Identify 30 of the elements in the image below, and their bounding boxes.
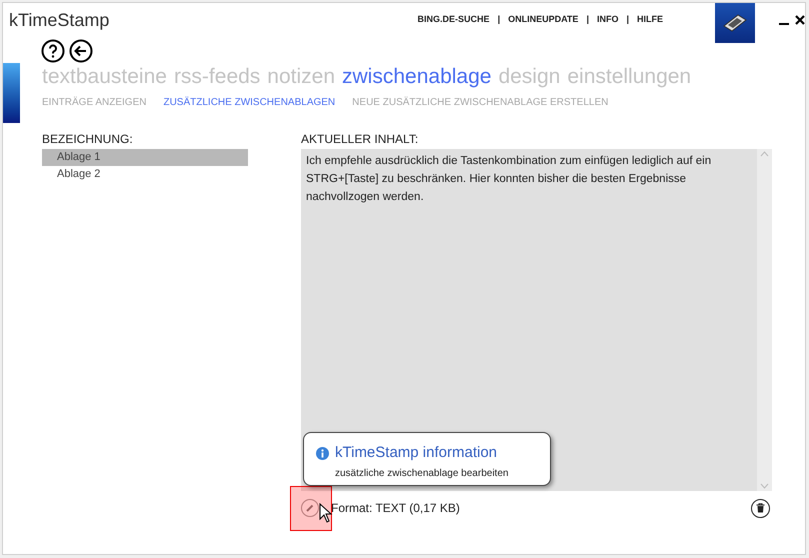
app-logo-icon bbox=[715, 3, 755, 43]
top-link[interactable]: ONLINEUPDATE bbox=[508, 13, 578, 26]
pencil-icon bbox=[305, 503, 315, 513]
top-link[interactable]: BING.DE-SUCHE bbox=[418, 13, 490, 26]
tooltip-title: kTimeStamp information bbox=[335, 443, 497, 463]
nav-tab[interactable]: zwischenablage bbox=[342, 65, 492, 89]
back-icon[interactable] bbox=[69, 39, 93, 63]
list-heading: BEZEICHNUNG: bbox=[42, 131, 134, 148]
link-separator: | bbox=[626, 13, 629, 26]
link-separator: | bbox=[498, 13, 500, 26]
top-link[interactable]: INFO bbox=[596, 13, 618, 26]
content-heading: AKTUELLER INHALT: bbox=[301, 131, 420, 148]
list-item[interactable]: Ablage 1 bbox=[42, 149, 248, 166]
sub-tab[interactable]: EINTRÄGE ANZEIGEN bbox=[42, 95, 146, 110]
close-icon[interactable] bbox=[795, 15, 805, 25]
info-icon bbox=[316, 446, 329, 460]
help-icon[interactable] bbox=[41, 39, 65, 63]
sub-tab[interactable]: NEUE ZUSÄTZLICHE ZWISCHENABLAGE ERSTELLEN bbox=[352, 95, 608, 110]
top-link[interactable]: HILFE bbox=[637, 13, 663, 26]
highlight-box bbox=[290, 486, 332, 531]
delete-button[interactable] bbox=[751, 498, 770, 518]
accent-bar bbox=[3, 63, 20, 123]
list-item[interactable]: Ablage 2 bbox=[42, 166, 248, 183]
sub-tab[interactable]: ZUSÄTZLICHE ZWISCHENABLAGEN bbox=[163, 95, 336, 110]
tooltip-text: zusätzliche zwischenablage bearbeiten bbox=[335, 466, 510, 480]
link-separator: | bbox=[586, 13, 589, 26]
cursor-icon bbox=[319, 503, 333, 523]
trash-icon bbox=[756, 503, 765, 513]
window-title: kTimeStamp bbox=[9, 9, 110, 32]
format-label: Format: TEXT (0,17 KB) bbox=[331, 500, 460, 517]
